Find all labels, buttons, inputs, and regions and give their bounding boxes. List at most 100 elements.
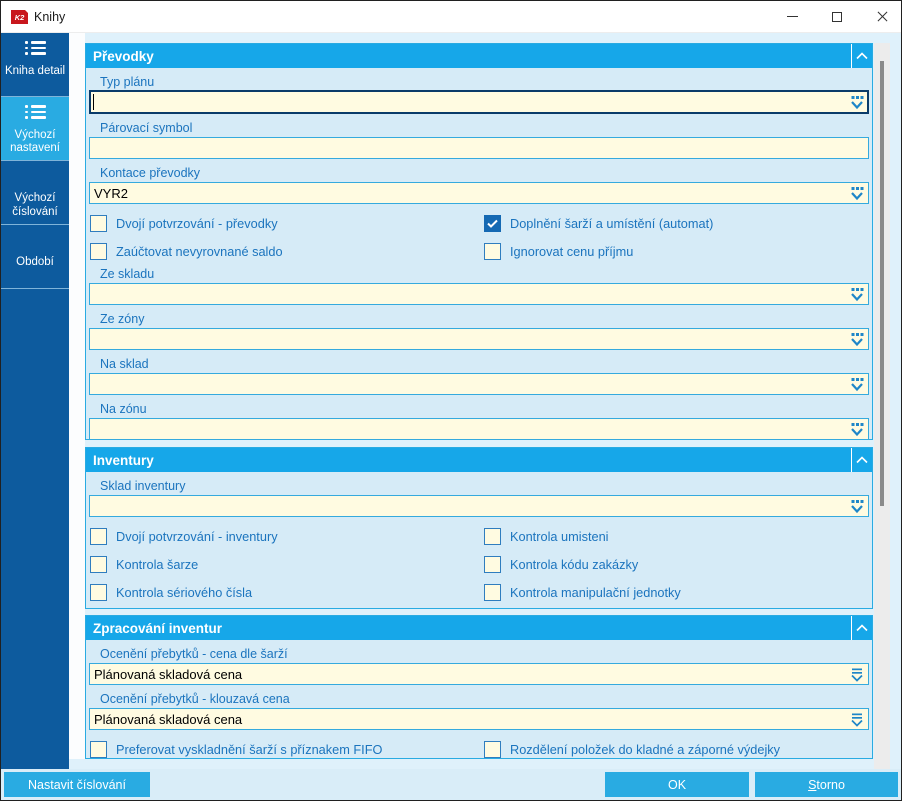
section-header: Zpracování inventur (86, 616, 872, 640)
checkbox-dvoji-potvrzovani-prevodky[interactable]: Dvojí potvrzování - převodky (90, 215, 484, 232)
field-ze-skladu (89, 283, 869, 305)
checkbox-box[interactable] (90, 528, 107, 545)
sidebar-item-obdobi[interactable]: Období (1, 225, 69, 289)
field-ze-zony (89, 328, 869, 350)
combobox-icon[interactable] (849, 667, 865, 682)
scrollbar-thumb[interactable] (880, 61, 884, 506)
field-label-ze-zony: Ze zóny (100, 312, 145, 326)
section-zpracovani-inventur: Zpracování inventur Ocenění přebytků - c… (85, 615, 873, 759)
vertical-scrollbar[interactable] (874, 43, 890, 769)
checkbox-label: Preferovat vyskladnění šarží s příznakem… (116, 742, 383, 757)
field-parovaci-symbol (89, 137, 869, 159)
field-oceneni-sarzi (89, 663, 869, 685)
checkbox-box[interactable] (90, 215, 107, 232)
checkbox-box[interactable] (484, 243, 501, 260)
checkbox-kontrola-sarze[interactable]: Kontrola šarze (90, 556, 484, 573)
close-button[interactable] (865, 1, 899, 32)
dropdown-icon[interactable] (849, 95, 865, 110)
checkbox-box[interactable] (90, 584, 107, 601)
footer-bar: Nastavit číslování OK Storno (1, 769, 901, 800)
checkbox-label: Kontrola šarze (116, 557, 199, 572)
sklad-inventury-input[interactable] (89, 495, 869, 517)
parovaci-symbol-input[interactable] (89, 137, 869, 159)
sidebar-item-label: Období (16, 256, 54, 268)
field-typ-planu (89, 90, 869, 114)
field-label-parovaci-symbol: Párovací symbol (100, 121, 193, 135)
maximize-button[interactable] (820, 1, 854, 32)
checkbox-box[interactable] (90, 741, 107, 758)
checkbox-preferovat-fifo[interactable]: Preferovat vyskladnění šarží s příznakem… (90, 741, 484, 758)
kontace-prevodky-input[interactable] (89, 182, 869, 204)
checkbox-box[interactable] (484, 528, 501, 545)
section-title: Převodky (93, 48, 154, 64)
checkbox-kontrola-serioveho-cisla[interactable]: Kontrola sériového čísla (90, 584, 484, 601)
field-label-na-zonu: Na zónu (100, 402, 147, 416)
nastavit-cislovani-button[interactable]: Nastavit číslování (4, 772, 150, 797)
dropdown-icon[interactable] (849, 332, 865, 347)
checkbox-row: Preferovat vyskladnění šarží s příznakem… (90, 741, 869, 758)
checkbox-doplneni-sarzi[interactable]: Doplnění šarží a umístění (automat) (484, 215, 713, 232)
minimize-button[interactable] (775, 1, 809, 32)
checkbox-row: Kontrola šarze Kontrola kódu zakázky (90, 556, 869, 573)
dropdown-icon[interactable] (849, 499, 865, 514)
field-label-sklad-inventury: Sklad inventury (100, 479, 186, 493)
oceneni-klouzava-select[interactable] (89, 708, 869, 730)
checkbox-label: Kontrola manipulační jednotky (510, 585, 681, 600)
checkbox-kontrola-kodu-zakazky[interactable]: Kontrola kódu zakázky (484, 556, 638, 573)
checkbox-dvoji-potvrzovani-inventury[interactable]: Dvojí potvrzování - inventury (90, 528, 484, 545)
checkbox-box[interactable] (484, 556, 501, 573)
field-na-zonu (89, 418, 869, 440)
section-header: Inventury (86, 448, 872, 472)
checkbox-zauctovat-saldo[interactable]: Zaúčtovat nevyrovnané saldo (90, 243, 484, 260)
detail-list-icon (24, 41, 46, 58)
minimize-icon (786, 16, 798, 17)
section-title: Inventury (93, 452, 154, 468)
checkbox-kontrola-manipulacni-jednotky[interactable]: Kontrola manipulační jednotky (484, 584, 681, 601)
checkbox-row: Dvojí potvrzování - převodky Doplnění ša… (90, 215, 869, 232)
oceneni-sarzi-select[interactable] (89, 663, 869, 685)
ok-button[interactable]: OK (605, 772, 749, 797)
checkbox-box-checked[interactable] (484, 215, 501, 232)
checkbox-row: Dvojí potvrzování - inventury Kontrola u… (90, 528, 869, 545)
close-icon (877, 11, 888, 22)
storno-button[interactable]: Storno (755, 772, 898, 797)
section-inventury: Inventury Sklad inventury Dvojí potvrzov… (85, 447, 873, 609)
na-sklad-input[interactable] (89, 373, 869, 395)
section-title: Zpracování inventur (93, 620, 223, 636)
dropdown-icon[interactable] (849, 287, 865, 302)
checkbox-label: Doplnění šarží a umístění (automat) (510, 216, 714, 231)
checkbox-box[interactable] (90, 556, 107, 573)
check-icon (487, 219, 498, 228)
na-zonu-input[interactable] (89, 418, 869, 440)
checkbox-label: Kontrola umisteni (510, 529, 609, 544)
collapse-button[interactable] (851, 616, 872, 640)
checkbox-kontrola-umisteni[interactable]: Kontrola umisteni (484, 528, 609, 545)
field-label-oceneni-klouzava: Ocenění přebytků - klouzavá cena (100, 692, 290, 706)
checkbox-box[interactable] (484, 741, 501, 758)
dropdown-icon[interactable] (849, 377, 865, 392)
collapse-button[interactable] (851, 448, 872, 472)
maximize-icon (832, 11, 842, 22)
field-oceneni-klouzava (89, 708, 869, 730)
combobox-icon[interactable] (849, 712, 865, 727)
checkbox-label: Zaúčtovat nevyrovnané saldo (116, 244, 283, 259)
checkbox-rozdeleni-polozek[interactable]: Rozdělení položek do kladné a záporné vý… (484, 741, 780, 758)
dropdown-icon[interactable] (849, 186, 865, 201)
sidebar-item-label: Kniha detail (4, 64, 66, 77)
ze-skladu-input[interactable] (89, 283, 869, 305)
field-label-na-sklad: Na sklad (100, 357, 149, 371)
collapse-button[interactable] (851, 44, 872, 68)
checkbox-box[interactable] (90, 243, 107, 260)
app-window: K2 Knihy Kniha detail Výchozí nastavení (0, 0, 902, 801)
window-title: Knihy (34, 10, 66, 24)
sidebar-item-vychozi-nastaveni[interactable]: Výchozí nastavení (1, 97, 69, 161)
sidebar-item-vychozi-cislovani[interactable]: Výchozí číslování (1, 161, 69, 225)
checkbox-box[interactable] (484, 584, 501, 601)
typ-planu-input[interactable] (89, 90, 869, 114)
sidebar: Kniha detail Výchozí nastavení Výchozí č… (1, 33, 69, 771)
ze-zony-input[interactable] (89, 328, 869, 350)
dropdown-icon[interactable] (849, 422, 865, 437)
section-prevodky: Převodky Typ plánu Párovací symbol Konta… (85, 43, 873, 440)
checkbox-ignorovat-cenu[interactable]: Ignorovat cenu příjmu (484, 243, 633, 260)
sidebar-item-kniha-detail[interactable]: Kniha detail (1, 33, 69, 97)
